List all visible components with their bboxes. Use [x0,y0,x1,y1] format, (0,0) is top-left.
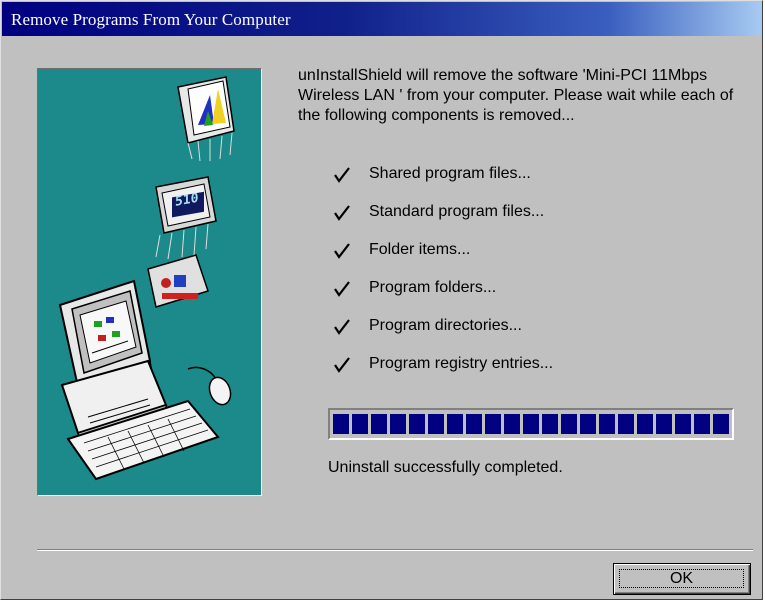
progress-block [466,414,482,434]
list-item: Program registry entries... [333,355,733,393]
component-label: Program directories... [369,317,522,334]
progress-block [352,414,368,434]
checkmark-icon [334,205,350,221]
floating-small-card-icon [147,254,209,308]
checkmark-icon [334,357,350,373]
list-item: Program directories... [333,317,733,355]
progress-block [618,414,634,434]
progress-block [675,414,691,434]
status-text: Uninstall successfully completed. [328,459,563,476]
component-label: Standard program files... [369,203,545,220]
ok-button[interactable]: OK [613,563,751,595]
progress-block [447,414,463,434]
uninstall-dialog: Remove Programs From Your Computer 510 u… [0,0,763,600]
progress-block [428,414,444,434]
component-label: Program folders... [369,279,497,296]
intro-text: unInstallShield will remove the software… [298,67,734,124]
title-bar[interactable]: Remove Programs From Your Computer [2,2,761,36]
mouse-icon [187,366,232,406]
checkmark-icon [334,243,350,259]
checkmark-icon [334,281,350,297]
floating-chart-card-icon [177,76,235,162]
list-item: Program folders... [333,279,733,317]
list-item: Standard program files... [333,203,733,241]
component-label: Shared program files... [369,165,531,182]
progress-block [504,414,520,434]
progress-bar [328,408,734,440]
progress-fill [333,414,729,434]
progress-block [485,414,501,434]
progress-block [542,414,558,434]
progress-block [409,414,425,434]
window-title: Remove Programs From Your Computer [11,10,291,29]
progress-block [713,414,729,434]
checkmark-icon [334,319,350,335]
divider [37,549,753,551]
component-list: Shared program files... Standard program… [333,165,733,393]
floating-display-card-icon: 510 [155,176,217,260]
uninstall-illustration: 510 [37,68,262,496]
ok-button-label: OK [619,569,744,588]
checkmark-icon [334,167,350,183]
progress-block [656,414,672,434]
progress-block [333,414,349,434]
progress-block [637,414,653,434]
progress-block [523,414,539,434]
progress-block [580,414,596,434]
computer-illustration-icon: 510 [58,76,235,481]
progress-block [371,414,387,434]
component-label: Folder items... [369,241,471,258]
progress-block [561,414,577,434]
progress-block [599,414,615,434]
progress-block [390,414,406,434]
list-item: Folder items... [333,241,733,279]
component-label: Program registry entries... [369,355,554,372]
progress-block [694,414,710,434]
list-item: Shared program files... [333,165,733,203]
